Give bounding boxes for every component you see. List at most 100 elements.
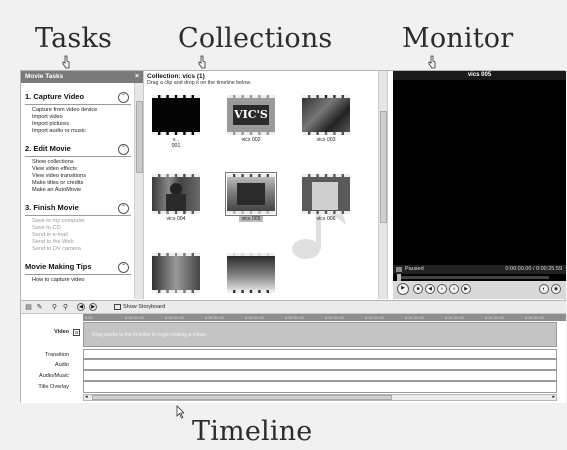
clip-vics-005[interactable]: vics 005 [225, 172, 277, 222]
play-button[interactable]: ▶ [397, 283, 409, 295]
chevron-up-icon[interactable]: ⌃ [118, 203, 129, 214]
tasks-header: Movie Tasks × [21, 71, 143, 83]
collections-label: Collections [178, 23, 333, 54]
clip-vics-007[interactable] [152, 253, 200, 293]
track-label-title-overlay: Title Overlay [38, 384, 69, 390]
next-frame-button[interactable]: ▶ [461, 284, 471, 294]
task-section-header[interactable]: 3. Finish Movie ⌃ [21, 201, 135, 215]
task-link[interactable]: View video transitions [21, 173, 135, 180]
clip-thumbnail [225, 172, 277, 216]
task-link[interactable]: How to capture video [21, 277, 135, 284]
clip-vics-003[interactable]: vics 003 [302, 95, 350, 143]
scroll-left-icon[interactable]: ◂ [85, 394, 88, 400]
clip-vics-001[interactable]: v... 001 [152, 95, 200, 149]
collection-title: Collection: vics (1) [147, 73, 205, 80]
rewind-button[interactable]: « [437, 284, 447, 294]
clip-caption: vics 004 [166, 216, 186, 222]
ruler-tick-label: 0:01:20.00 [405, 315, 424, 320]
close-icon[interactable]: × [135, 71, 139, 83]
task-link[interactable]: Send in e-mail [21, 232, 135, 239]
track-label-transition: Transition [45, 352, 69, 358]
storyboard-icon[interactable] [114, 304, 121, 310]
zoom-out-icon[interactable]: ⚲ [62, 304, 69, 311]
monitor-status-bar: Paused 0:00:00.00 / 0:00:25.59 [393, 265, 566, 274]
chevron-up-icon[interactable]: ⌃ [118, 144, 129, 155]
timeline-toolbar: ▤ ✎ ⚲ ⚲ ◀ ▶ Show Storyboard [21, 300, 566, 314]
video-track[interactable]: Drag media to the timeline to begin maki… [83, 322, 557, 347]
chevron-up-icon[interactable]: ⌃ [118, 262, 129, 273]
task-link[interactable]: View video effects [21, 166, 135, 173]
tasks-scrollbar[interactable] [134, 83, 143, 299]
task-link[interactable]: Show collections [21, 159, 135, 166]
task-link[interactable]: Save to CD [21, 225, 135, 232]
timeline-scrollbar[interactable]: ◂ ▸ [83, 394, 557, 401]
scroll-thumb[interactable] [380, 111, 387, 223]
previous-frame-button[interactable]: ◀ [425, 284, 435, 294]
clip-vics-006[interactable]: vics 006 [302, 174, 350, 222]
seek-bar[interactable] [397, 274, 549, 281]
storyboard-toggle-icon[interactable]: ▤ [25, 304, 32, 311]
audio-track[interactable] [83, 359, 557, 370]
task-section-header[interactable]: Movie Making Tips ⌃ [21, 260, 135, 274]
transition-track[interactable] [83, 349, 557, 359]
clip-vics-002[interactable]: VIC'S vics 002 [227, 95, 275, 143]
task-section-header[interactable]: 2. Edit Movie ⌃ [21, 142, 135, 156]
task-link[interactable]: Capture from video device [21, 107, 135, 114]
task-link[interactable]: Import audio or music [21, 128, 135, 135]
audio-music-track[interactable] [83, 370, 557, 381]
scroll-right-icon[interactable]: ▸ [552, 394, 555, 400]
monitor-label: Monitor [402, 23, 514, 54]
task-link[interactable]: Import pictures [21, 121, 135, 128]
zoom-in-icon[interactable]: ⚲ [51, 304, 58, 311]
clip-caption: vics 005 [227, 216, 275, 222]
collection-scrollbar[interactable] [378, 71, 387, 299]
scroll-thumb[interactable] [92, 395, 392, 400]
track-label-audio-music: Audio/Music [39, 373, 69, 379]
clip-vics-004[interactable]: vics 004 [152, 174, 200, 222]
track-label-audio: Audio [54, 362, 69, 368]
timeline-ruler[interactable]: 0:00 0:00:10.00 0:00:20.00 0:00:30.00 0:00:4… [83, 314, 566, 321]
clip-vics-008[interactable] [227, 253, 275, 293]
ruler-tick-label: 0:01:50.00 [525, 315, 544, 320]
snapshot-button[interactable]: ◉ [551, 284, 561, 294]
forward-button[interactable]: » [449, 284, 459, 294]
task-section-header[interactable]: 1. Capture Video ⌃ [21, 90, 135, 104]
seek-knob[interactable] [397, 274, 401, 281]
task-link[interactable]: Import video [21, 114, 135, 121]
play-timeline-button[interactable]: ▶ [89, 303, 97, 311]
title-overlay-track[interactable] [83, 381, 557, 393]
task-link[interactable]: Make titles or credits [21, 180, 135, 187]
clip-thumbnail [302, 174, 350, 214]
narrate-icon[interactable]: ✎ [36, 304, 43, 311]
clip-thumbnail [302, 95, 350, 135]
collection-subtitle: Drag a clip and drop it on the timeline … [147, 80, 252, 86]
monitor-title: vics 005 [393, 71, 566, 80]
tasks-list: 1. Capture Video ⌃ Capture from video devi… [21, 83, 135, 284]
ruler-tick-label: 0:01:30.00 [445, 315, 464, 320]
task-link[interactable]: Make an AutoMovie [21, 187, 135, 194]
clip-caption: vics 003 [316, 137, 336, 143]
task-link[interactable]: Save to my computer [21, 218, 135, 225]
monitor-time-readout: 0:00:00.00 / 0:00:25.59 [505, 266, 562, 272]
task-link[interactable]: Send to the Web [21, 239, 135, 246]
clip-caption: vics 002 [241, 137, 261, 143]
movie-maker-window: Movie Tasks × 1. Capture Video ⌃ Capture f… [20, 70, 566, 403]
timeline-label: Timeline [192, 416, 313, 447]
monitor-status-text: Paused [405, 266, 424, 272]
expand-video-icon[interactable]: ⊟ [73, 329, 80, 336]
clip-caption-selected: vics 005 [239, 216, 263, 222]
task-link[interactable]: Send to DV camera [21, 246, 135, 253]
chevron-up-icon[interactable]: ⌃ [118, 92, 129, 103]
ruler-tick-label: 0:01:00.00 [325, 315, 344, 320]
rewind-timeline-button[interactable]: ◀ [77, 303, 85, 311]
hand-cursor-icon [428, 55, 436, 69]
stop-button[interactable]: ■ [413, 284, 423, 294]
timeline-drop-hint: Drag media to the timeline to begin maki… [92, 332, 208, 338]
ruler-tick-label: 0:01:10.00 [365, 315, 384, 320]
tasks-header-title: Movie Tasks [25, 73, 64, 80]
ruler-tick-label: 0:00:10.00 [125, 315, 144, 320]
split-button[interactable]: ◐ [539, 284, 549, 294]
show-storyboard-button[interactable]: Show Storyboard [123, 304, 165, 310]
collection-pane: Collection: vics (1) Drag a clip and dro… [144, 71, 388, 299]
scroll-thumb[interactable] [136, 101, 143, 173]
